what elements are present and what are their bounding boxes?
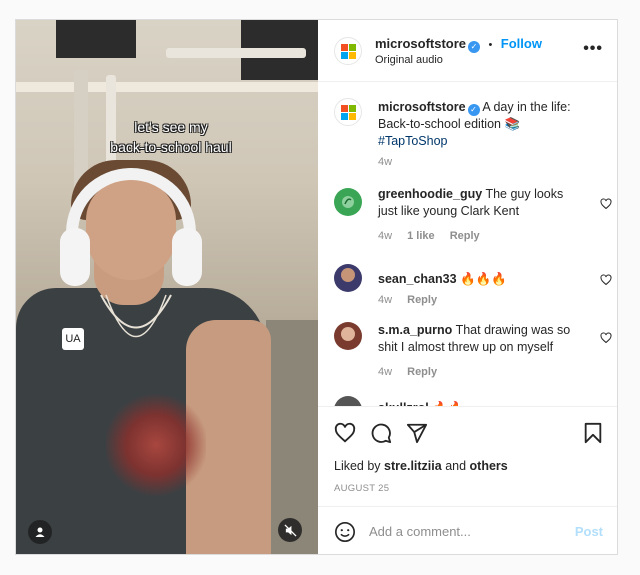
heart-icon[interactable]: [600, 198, 612, 210]
share-icon[interactable]: [406, 422, 428, 444]
reply-button[interactable]: Reply: [450, 230, 480, 242]
video-text-overlay: let's see my back-to-school haul: [110, 119, 232, 155]
comment-time: 4w: [378, 230, 393, 242]
caption-username[interactable]: microsoftstore: [378, 100, 466, 114]
bookmark-icon[interactable]: [583, 422, 603, 444]
microsoft-logo-icon: [340, 104, 356, 120]
mute-button[interactable]: [278, 518, 302, 542]
liked-by-user[interactable]: stre.litziia: [384, 459, 442, 473]
more-options-icon[interactable]: •••: [583, 40, 603, 58]
comment-time: 4w: [378, 366, 393, 378]
post-date: AUGUST 25: [334, 483, 390, 494]
post-header: microsoftstore ✓ • Follow Original audio …: [318, 20, 617, 82]
leaf-icon: [342, 196, 354, 208]
heart-icon[interactable]: [600, 332, 612, 344]
follow-button[interactable]: Follow: [501, 36, 542, 51]
audio-link[interactable]: Original audio: [375, 54, 443, 66]
commenter-avatar[interactable]: [334, 264, 362, 292]
user-icon: [35, 527, 45, 537]
emoji-icon[interactable]: [334, 521, 356, 543]
post-dialog: UA let's see my back-to-school haul micr…: [15, 19, 618, 555]
comment-likes[interactable]: 1 like: [407, 230, 435, 242]
liked-by-others[interactable]: others: [470, 459, 508, 473]
post-details-panel: microsoftstore ✓ • Follow Original audio …: [318, 20, 617, 554]
heart-icon[interactable]: [334, 422, 356, 444]
caption-time: 4w: [378, 156, 393, 168]
tagged-users-button[interactable]: [28, 520, 52, 544]
commenter-avatar[interactable]: [334, 396, 362, 406]
commenter-avatar[interactable]: [334, 188, 362, 216]
comment-username[interactable]: greenhoodie_guy: [378, 187, 482, 201]
reply-button[interactable]: Reply: [407, 294, 437, 306]
heart-icon[interactable]: [600, 274, 612, 286]
comment-icon[interactable]: [370, 422, 392, 444]
verified-badge-icon: ✓: [467, 104, 480, 116]
likes-summary: Liked by stre.litziia and others: [334, 459, 508, 473]
comment-username[interactable]: sean_chan33: [378, 272, 457, 286]
comment-username[interactable]: s.m.a_purno: [378, 323, 452, 337]
commenter-avatar[interactable]: [334, 322, 362, 350]
hashtag-link[interactable]: #TapToShop: [378, 134, 448, 148]
microsoft-logo-avatar[interactable]: [334, 37, 362, 65]
comment-text: 🔥🔥🔥: [460, 272, 507, 286]
muted-speaker-icon: [283, 523, 297, 537]
post-actions: Liked by stre.litziia and others AUGUST …: [318, 406, 617, 506]
post-video[interactable]: UA let's see my back-to-school haul: [16, 20, 318, 554]
shirt-logo: UA: [62, 328, 84, 350]
microsoft-logo-icon: [340, 43, 356, 59]
verified-badge-icon: ✓: [468, 41, 481, 53]
caption-avatar[interactable]: [334, 98, 362, 126]
add-comment-bar: Add a comment... Post: [318, 506, 617, 554]
comment-input[interactable]: Add a comment...: [369, 524, 471, 539]
comment-time: 4w: [378, 294, 393, 306]
post-comment-button[interactable]: Post: [575, 524, 603, 539]
author-username[interactable]: microsoftstore: [375, 36, 466, 51]
comments-list[interactable]: microsoftstore ✓ A day in the life: Back-…: [318, 82, 617, 406]
reply-button[interactable]: Reply: [407, 366, 437, 378]
necklace: [100, 294, 172, 338]
